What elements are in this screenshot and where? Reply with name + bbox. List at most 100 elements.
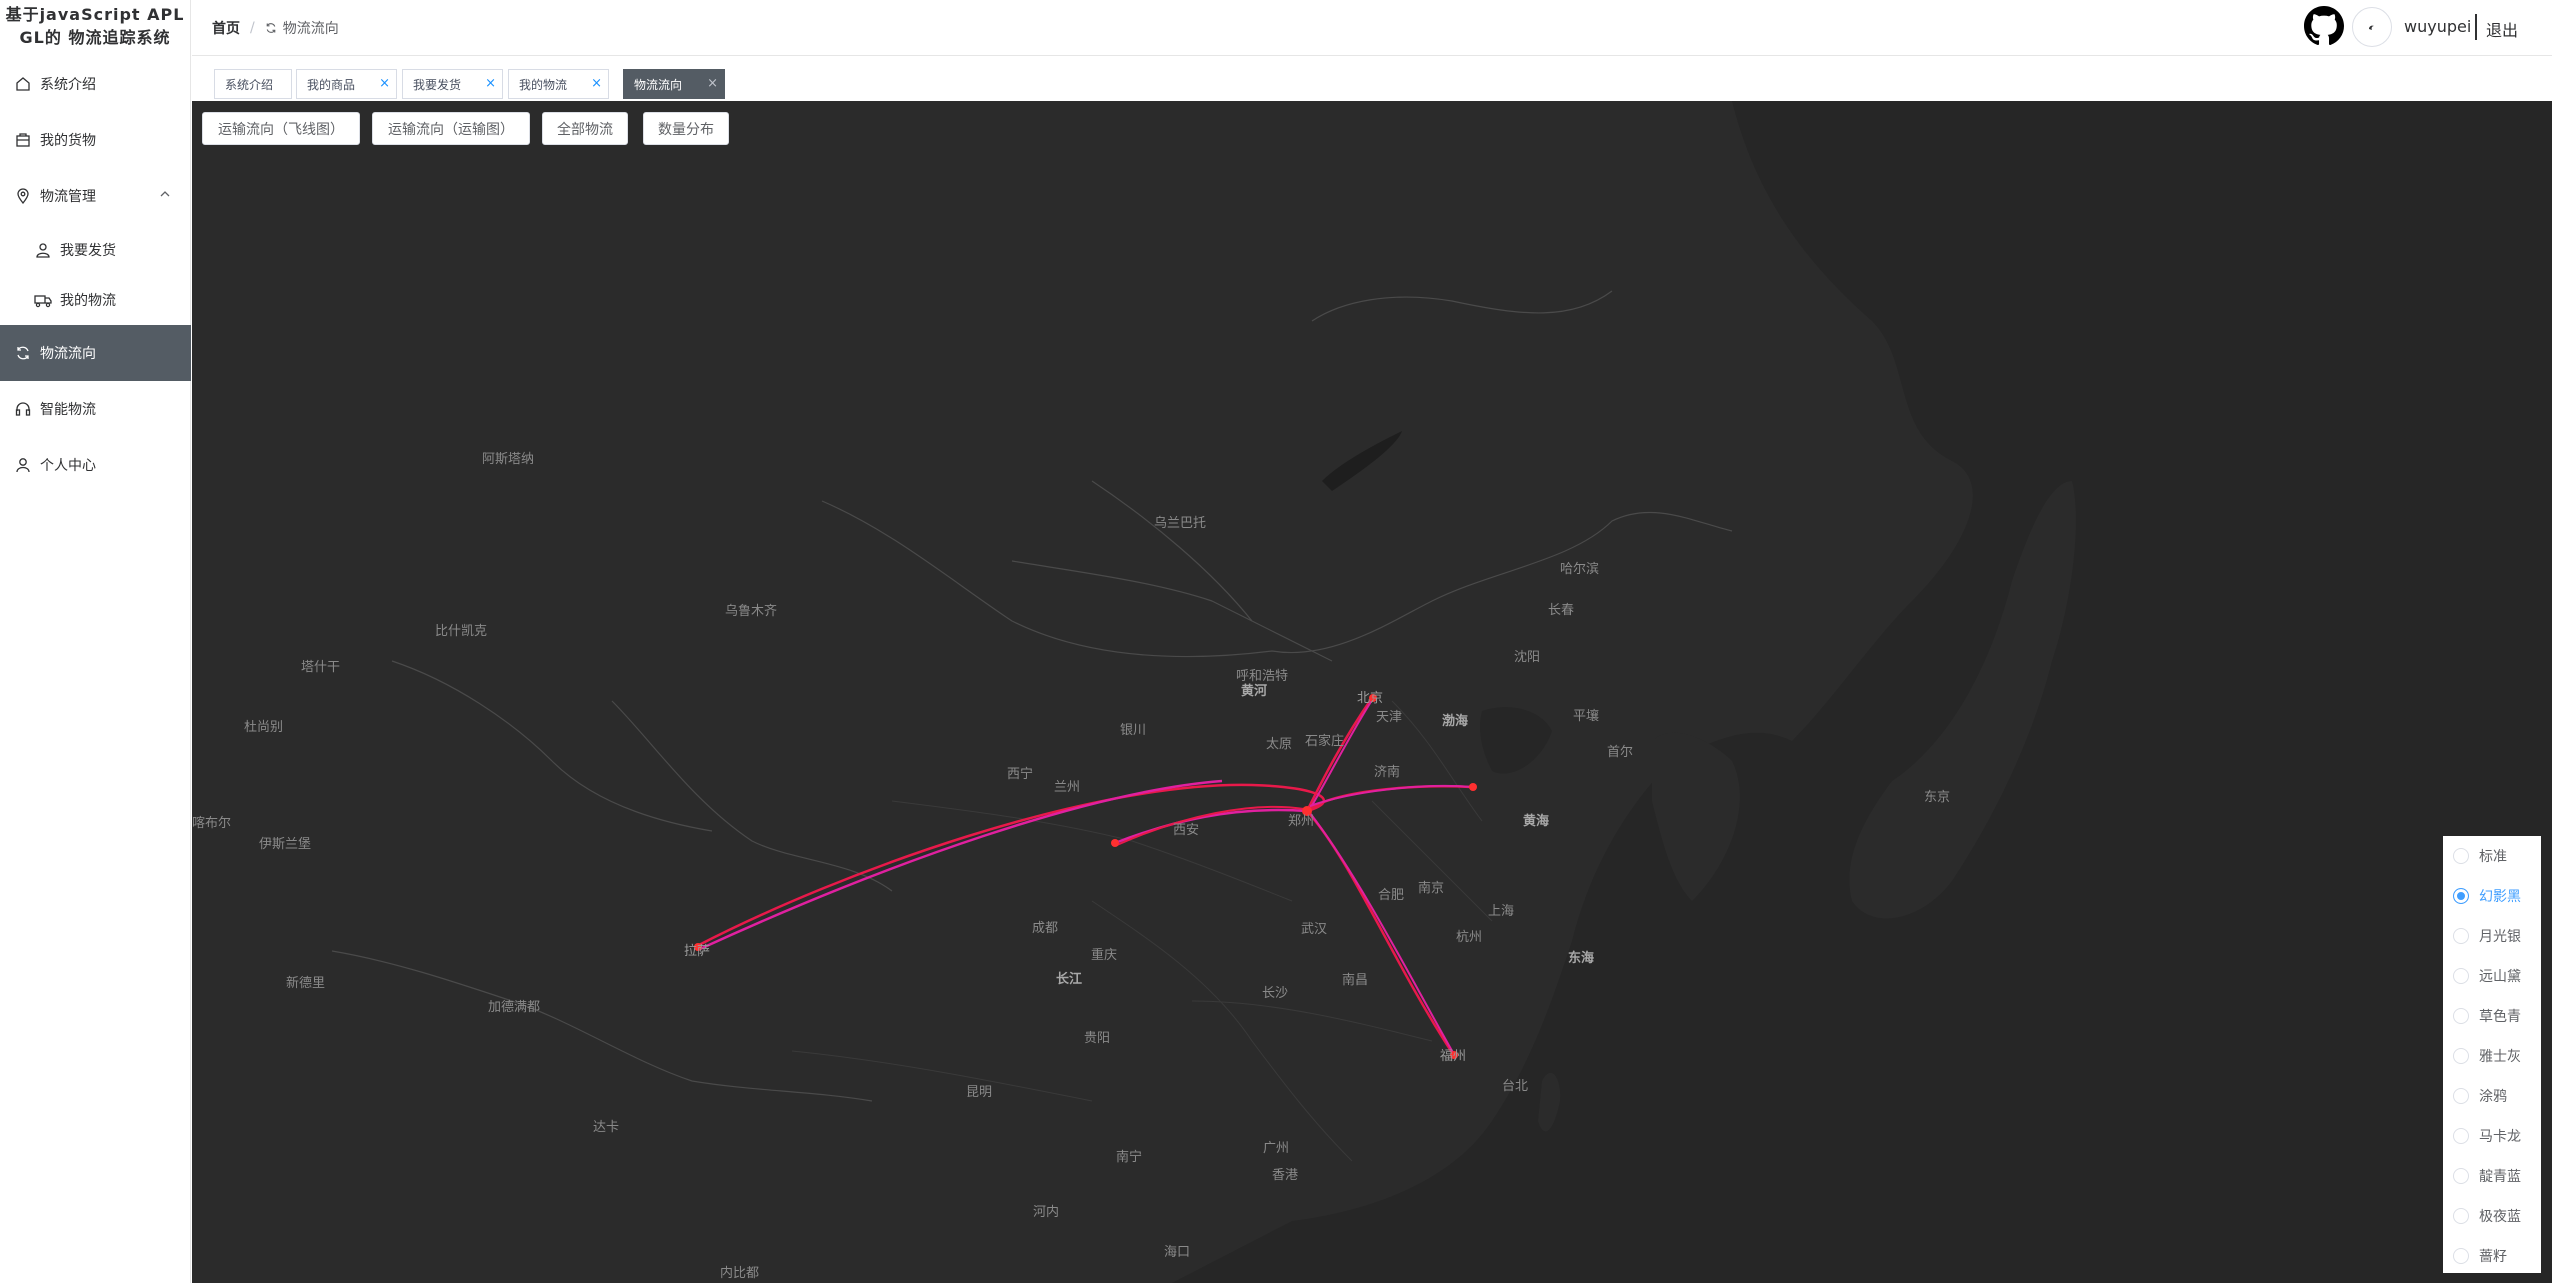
radio-icon[interactable] bbox=[2453, 1248, 2469, 1264]
avatar[interactable] bbox=[2352, 7, 2392, 47]
map-label-dushanbe: 杜尚别 bbox=[244, 719, 283, 734]
map-label-guiyang: 贵阳 bbox=[1084, 1030, 1110, 1045]
tab-ship-goods[interactable]: 我要发货 × bbox=[402, 69, 503, 99]
sidebar-item-logistics-management[interactable]: 物流管理 bbox=[0, 168, 191, 224]
sidebar-item-my-goods[interactable]: 我的货物 bbox=[0, 112, 191, 168]
radio-icon[interactable] bbox=[2453, 928, 2469, 944]
map-style-label: 雅士灰 bbox=[2479, 1049, 2521, 1065]
map-style-option[interactable]: 靛青蓝 bbox=[2443, 1156, 2541, 1196]
map-style-label: 马卡龙 bbox=[2479, 1129, 2521, 1145]
map-style-option[interactable]: 远山黛 bbox=[2443, 956, 2541, 996]
map-style-option[interactable]: 蔷籽 bbox=[2443, 1236, 2541, 1276]
map-style-label: 标准 bbox=[2479, 849, 2507, 865]
map-style-option-selected[interactable]: 幻影黑 bbox=[2443, 876, 2541, 916]
sidebar-item-system-intro[interactable]: 系统介绍 bbox=[0, 56, 191, 112]
taiwan-island bbox=[1538, 1072, 1561, 1132]
flow-fly-line-button[interactable]: 运输流向（飞线图） bbox=[202, 112, 360, 145]
map-label-ulaanbaatar: 乌兰巴托 bbox=[1154, 515, 1206, 530]
tab-my-products[interactable]: 我的商品 × bbox=[296, 69, 397, 99]
map-label-tokyo: 东京 bbox=[1924, 789, 1950, 804]
tab-label: 我的商品 bbox=[307, 77, 356, 92]
map-label-nanchang: 南昌 bbox=[1342, 972, 1368, 987]
tab-label: 我要发货 bbox=[413, 77, 462, 92]
box-icon bbox=[14, 131, 32, 149]
map-label-nanjing: 南京 bbox=[1418, 880, 1444, 895]
close-icon[interactable]: × bbox=[485, 77, 496, 91]
map-label-fuzhou: 福州 bbox=[1440, 1048, 1466, 1063]
map-label-changchun: 长春 bbox=[1548, 602, 1574, 617]
tab-system-intro[interactable]: 系统介绍 bbox=[214, 69, 292, 99]
top-header: 首页 / 物流流向 wuyupei 退出 bbox=[192, 0, 2552, 56]
breadcrumb-current-label: 物流流向 bbox=[282, 21, 339, 37]
map-label-beijing: 北京 bbox=[1357, 690, 1383, 705]
radio-icon[interactable] bbox=[2453, 1168, 2469, 1184]
map-label-kunming: 昆明 bbox=[966, 1084, 992, 1099]
tab-logistics-flow[interactable]: 物流流向 × bbox=[623, 69, 725, 99]
radio-icon[interactable] bbox=[2453, 1208, 2469, 1224]
radio-icon[interactable] bbox=[2453, 848, 2469, 864]
refresh-icon bbox=[265, 22, 277, 34]
close-icon[interactable]: × bbox=[379, 77, 390, 91]
map-style-option[interactable]: 雅士灰 bbox=[2443, 1036, 2541, 1076]
logout-button[interactable]: 退出 bbox=[2486, 17, 2518, 41]
map-style-label: 极夜蓝 bbox=[2479, 1209, 2521, 1225]
sidebar-item-ship-goods[interactable]: 我要发货 bbox=[0, 222, 191, 278]
map-style-option[interactable]: 马卡龙 bbox=[2443, 1116, 2541, 1156]
user-icon bbox=[34, 241, 52, 259]
radio-icon[interactable] bbox=[2453, 1088, 2469, 1104]
map-label-hanoi: 河内 bbox=[1033, 1204, 1059, 1219]
truck-icon bbox=[34, 291, 52, 309]
map-view[interactable]: 阿斯塔纳 乌兰巴托 哈尔滨 长春 沈阳 乌鲁木齐 比什凯克 塔什干 杜尚别 伊斯… bbox=[192, 101, 2552, 1283]
map-label-haikou: 海口 bbox=[1164, 1244, 1190, 1259]
map-label-taiyuan: 太原 bbox=[1266, 736, 1292, 751]
map-style-option[interactable]: 极夜蓝 bbox=[2443, 1196, 2541, 1236]
tab-my-logistics[interactable]: 我的物流 × bbox=[508, 69, 609, 99]
app-brand-title: 基于javaScript APL GL的 物流追踪系统 bbox=[0, 0, 190, 56]
flow-transport-button[interactable]: 运输流向（运输图） bbox=[372, 112, 530, 145]
map-style-option[interactable]: 草色青 bbox=[2443, 996, 2541, 1036]
map-style-panel: 标准 幻影黑 月光银 远山黛 草色青 雅士灰 涂鸦 马卡龙 靛青蓝 极夜蓝 蔷籽 bbox=[2443, 836, 2541, 1273]
map-label-changsha: 长沙 bbox=[1262, 985, 1288, 1000]
radio-icon[interactable] bbox=[2453, 1008, 2469, 1024]
sidebar-item-label: 系统介绍 bbox=[40, 77, 96, 93]
close-icon[interactable]: × bbox=[591, 77, 602, 91]
quantity-distribution-button[interactable]: 数量分布 bbox=[643, 112, 729, 145]
map-label-tashkent: 塔什干 bbox=[301, 659, 340, 674]
refresh-icon bbox=[14, 344, 32, 362]
sidebar-item-logistics-flow[interactable]: 物流流向 bbox=[0, 325, 191, 381]
map-style-label: 涂鸦 bbox=[2479, 1089, 2507, 1105]
map-label-chongqing: 重庆 bbox=[1091, 947, 1117, 962]
breadcrumb-current: 物流流向 bbox=[265, 18, 339, 38]
radio-selected-icon[interactable] bbox=[2453, 888, 2469, 904]
map-canvas: 阿斯塔纳 乌兰巴托 哈尔滨 长春 沈阳 乌鲁木齐 比什凯克 塔什干 杜尚别 伊斯… bbox=[192, 101, 2076, 1283]
chevron-up-icon bbox=[159, 188, 171, 204]
map-label-newdelhi: 新德里 bbox=[286, 975, 325, 990]
sidebar-item-label: 物流管理 bbox=[40, 189, 96, 205]
radio-icon[interactable] bbox=[2453, 968, 2469, 984]
sidebar-item-smart-logistics[interactable]: 智能物流 bbox=[0, 381, 191, 437]
close-icon[interactable]: × bbox=[707, 77, 718, 91]
map-label-lanzhou: 兰州 bbox=[1054, 779, 1080, 794]
map-label-lhasa: 拉萨 bbox=[684, 943, 710, 958]
map-label-jinan: 济南 bbox=[1374, 764, 1400, 779]
map-style-option[interactable]: 月光银 bbox=[2443, 916, 2541, 956]
all-logistics-button[interactable]: 全部物流 bbox=[542, 112, 628, 145]
github-icon[interactable] bbox=[2304, 6, 2344, 46]
sidebar-item-label: 我要发货 bbox=[60, 243, 116, 259]
tab-label: 系统介绍 bbox=[225, 77, 274, 92]
map-label-wuhan: 武汉 bbox=[1301, 921, 1327, 936]
sidebar-item-personal-center[interactable]: 个人中心 bbox=[0, 437, 191, 493]
landmass bbox=[192, 101, 1973, 1283]
breadcrumb-home-link[interactable]: 首页 bbox=[212, 18, 240, 38]
location-icon bbox=[14, 187, 32, 205]
map-style-label: 月光银 bbox=[2479, 929, 2521, 945]
headset-icon bbox=[14, 400, 32, 418]
map-label-dhaka: 达卡 bbox=[593, 1119, 619, 1134]
sidebar-item-label: 我的货物 bbox=[40, 133, 96, 149]
radio-icon[interactable] bbox=[2453, 1128, 2469, 1144]
map-style-option[interactable]: 涂鸦 bbox=[2443, 1076, 2541, 1116]
map-style-option[interactable]: 标准 bbox=[2443, 836, 2541, 876]
map-label-shanghai: 上海 bbox=[1488, 903, 1514, 918]
sidebar-item-my-logistics[interactable]: 我的物流 bbox=[0, 272, 191, 328]
radio-icon[interactable] bbox=[2453, 1048, 2469, 1064]
